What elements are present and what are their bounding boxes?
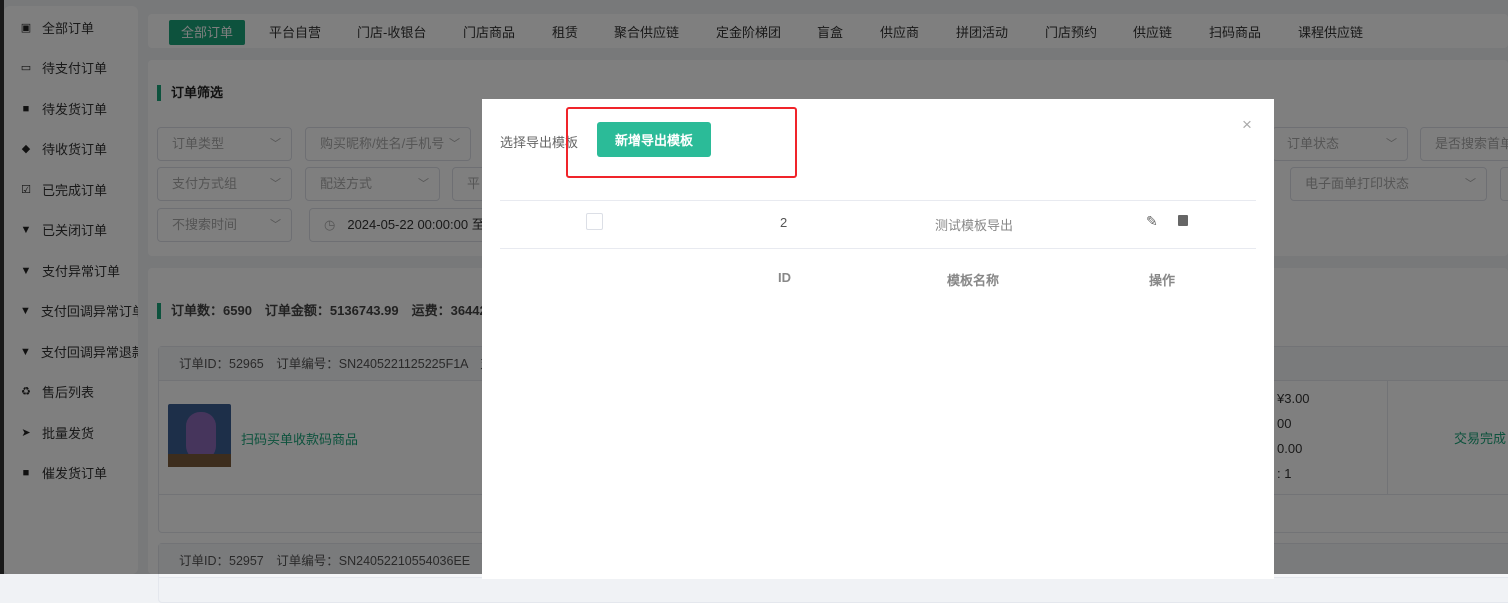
- close-icon[interactable]: ×: [1242, 115, 1252, 135]
- highlight-annotation-box: [566, 107, 797, 178]
- column-header-actions: 操作: [1149, 273, 1176, 288]
- table-row: 2 测试模板导出 ✎: [500, 201, 1256, 248]
- template-name: 测试模板导出: [935, 218, 1014, 233]
- column-header-id: ID: [778, 270, 791, 285]
- edit-icon[interactable]: ✎: [1146, 213, 1158, 230]
- column-header-name: 模板名称: [947, 273, 1000, 288]
- template-id: 2: [780, 215, 788, 230]
- row-checkbox[interactable]: [586, 213, 603, 230]
- delete-icon[interactable]: [1178, 215, 1188, 226]
